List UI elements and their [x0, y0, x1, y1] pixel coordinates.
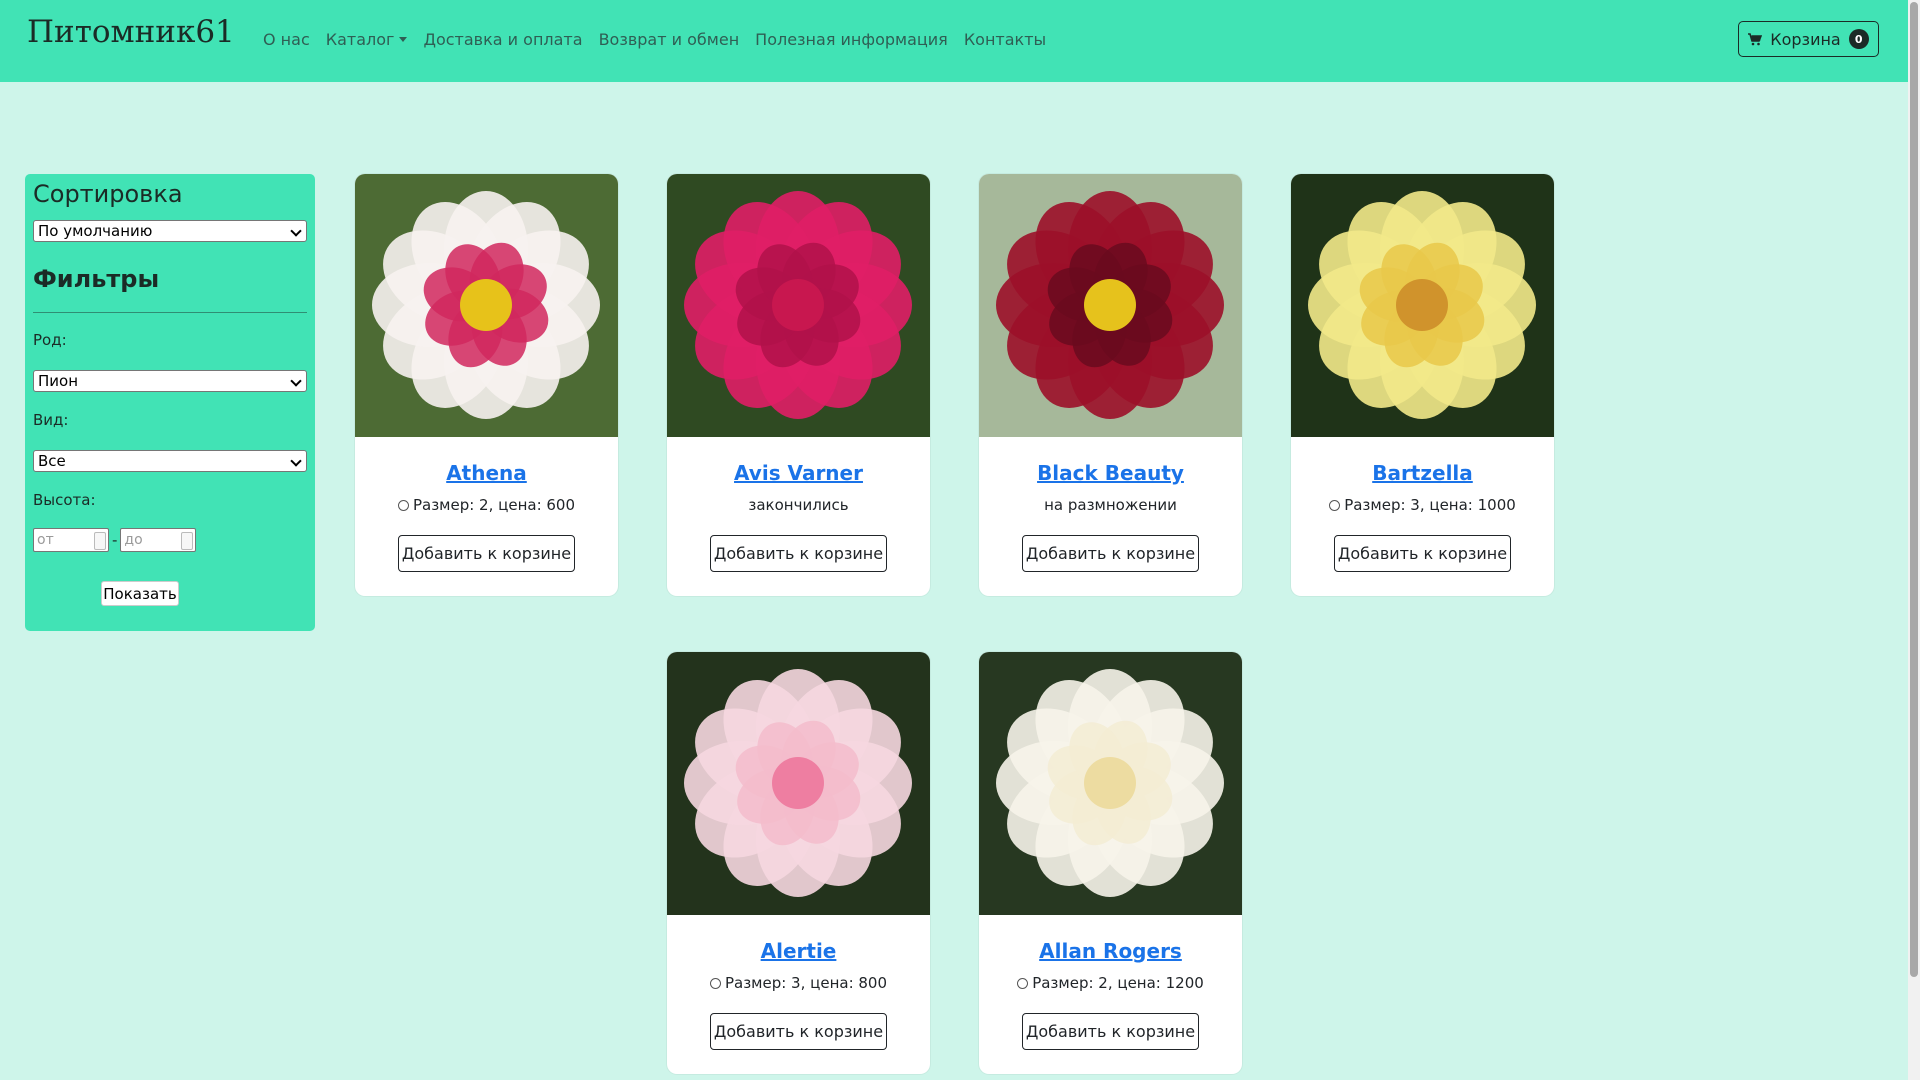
product-card: Black Beauty на размножении Добавить к кор… — [979, 174, 1242, 596]
flower-core — [1084, 279, 1136, 331]
product-card: Allan Rogers Размер: 2, цена: 1200 Добавит… — [979, 652, 1242, 1074]
size-radio[interactable] — [1017, 977, 1029, 989]
product-title-link[interactable]: Athena — [355, 461, 618, 485]
brand-logo[interactable]: Питомник61 — [27, 14, 235, 50]
product-info: Размер: 2, цена: 600 — [355, 495, 618, 515]
filters-heading: Фильтры — [33, 265, 160, 293]
add-to-cart-button[interactable]: Добавить к корзине — [710, 1013, 887, 1050]
product-photo[interactable] — [355, 174, 618, 437]
flower-core — [1084, 757, 1136, 809]
flower-core — [460, 279, 512, 331]
product-photo[interactable] — [667, 174, 930, 437]
height-label: Высота: — [33, 491, 96, 509]
sort-heading: Сортировка — [33, 180, 183, 208]
height-range: от - до — [33, 528, 197, 552]
product-photo[interactable] — [1291, 174, 1554, 437]
stepper-icon[interactable] — [94, 532, 106, 550]
nav-links: О нас Каталог Доставка и оплата Возврат … — [263, 30, 1062, 49]
product-photo[interactable] — [667, 652, 930, 915]
product-title-link[interactable]: Bartzella — [1291, 461, 1554, 485]
nav-link-contacts[interactable]: Контакты — [964, 30, 1046, 49]
add-to-cart-button[interactable]: Добавить к корзине — [1334, 535, 1511, 572]
product-info: Размер: 2, цена: 1200 — [979, 973, 1242, 993]
add-to-cart-button[interactable]: Добавить к корзине — [398, 535, 575, 572]
product-card: Alertie Размер: 3, цена: 800 Добавить к ко… — [667, 652, 930, 1074]
caret-down-icon — [399, 37, 408, 42]
nav-link-catalog[interactable]: Каталог — [326, 30, 408, 49]
product-info: на размножении — [979, 495, 1242, 515]
product-title-link[interactable]: Black Beauty — [979, 461, 1242, 485]
genus-select[interactable]: Пион — [33, 370, 307, 392]
product-title-link[interactable]: Allan Rogers — [979, 939, 1242, 963]
product-info-text: Размер: 2, цена: 1200 — [1032, 974, 1204, 992]
size-radio[interactable] — [709, 977, 721, 989]
navbar: Питомник61 О нас Каталог Доставка и опла… — [0, 0, 1908, 82]
add-to-cart-button[interactable]: Добавить к корзине — [1022, 535, 1199, 572]
flower-core — [1396, 279, 1448, 331]
add-to-cart-button[interactable]: Добавить к корзине — [1022, 1013, 1199, 1050]
nav-link-delivery[interactable]: Доставка и оплата — [423, 30, 582, 49]
filter-sidebar: Сортировка По умолчанию Фильтры Род: Пио… — [25, 174, 315, 631]
size-radio[interactable] — [397, 499, 409, 511]
chevron-down-icon — [290, 225, 302, 237]
cart-button[interactable]: Корзина 0 — [1738, 21, 1879, 57]
flower-core — [772, 757, 824, 809]
cart-count-badge: 0 — [1848, 29, 1869, 49]
product-title-link[interactable]: Alertie — [667, 939, 930, 963]
height-to-placeholder: до — [124, 532, 143, 548]
product-card: Bartzella Размер: 3, цена: 1000 Добавить к… — [1291, 174, 1554, 596]
species-select[interactable]: Все — [33, 450, 307, 472]
genus-select-value: Пион — [38, 372, 79, 390]
product-info-text: на размножении — [1044, 496, 1177, 514]
divider — [33, 312, 307, 313]
product-photo[interactable] — [979, 652, 1242, 915]
cart-label: Корзина — [1770, 29, 1841, 49]
product-photo[interactable] — [979, 174, 1242, 437]
size-radio[interactable] — [1329, 499, 1341, 511]
height-to-input[interactable]: до — [120, 528, 197, 552]
show-button[interactable]: Показать — [101, 581, 179, 606]
sort-select-value: По умолчанию — [38, 222, 153, 240]
product-card: Avis Varner закончились Добавить к корзине — [667, 174, 930, 596]
nav-link-useful-info[interactable]: Полезная информация — [755, 30, 948, 49]
species-label: Вид: — [33, 411, 69, 429]
cart-icon — [1748, 32, 1763, 45]
height-from-input[interactable]: от — [33, 528, 109, 552]
product-info-text: закончились — [748, 496, 849, 514]
flower-core — [772, 279, 824, 331]
sort-select[interactable]: По умолчанию — [33, 220, 307, 242]
add-to-cart-button[interactable]: Добавить к корзине — [710, 535, 887, 572]
range-separator: - — [112, 531, 118, 549]
chevron-down-icon — [290, 455, 302, 467]
product-info-text: Размер: 3, цена: 800 — [724, 974, 888, 992]
scrollbar-thumb[interactable] — [1910, 2, 1918, 977]
product-info-text: Размер: 3, цена: 1000 — [1344, 496, 1516, 514]
height-from-placeholder: от — [37, 532, 54, 548]
nav-link-about[interactable]: О нас — [263, 30, 310, 49]
product-title-link[interactable]: Avis Varner — [667, 461, 930, 485]
product-info-text: Размер: 2, цена: 600 — [412, 496, 576, 514]
species-select-value: Все — [38, 452, 66, 470]
genus-label: Род: — [33, 331, 67, 349]
chevron-down-icon — [290, 375, 302, 387]
nav-link-catalog-label: Каталог — [325, 30, 395, 49]
stepper-icon[interactable] — [181, 532, 194, 550]
product-info: Размер: 3, цена: 800 — [667, 973, 930, 993]
product-info: закончились — [667, 495, 930, 515]
product-info: Размер: 3, цена: 1000 — [1291, 495, 1554, 515]
nav-link-returns[interactable]: Возврат и обмен — [599, 30, 740, 49]
product-card: Athena Размер: 2, цена: 600 Добавить к кор… — [355, 174, 618, 596]
